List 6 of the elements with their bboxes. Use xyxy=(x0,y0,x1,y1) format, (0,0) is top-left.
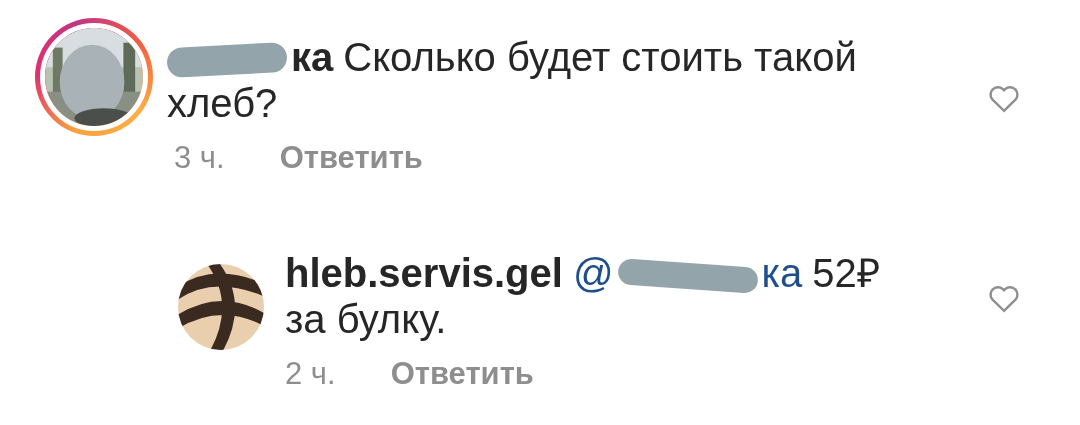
author-name[interactable]: ка xyxy=(291,35,334,79)
author-name[interactable]: hleb.servis.gel xyxy=(285,251,563,295)
comment-time: 2 ч. xyxy=(285,356,336,392)
comment-time: 3 ч. xyxy=(174,140,225,176)
comment-text: hleb.servis.gel @ ка 52₽ за булку. xyxy=(285,250,881,342)
comment-text: ка Сколько будет стоить такой хлеб? xyxy=(167,34,858,126)
